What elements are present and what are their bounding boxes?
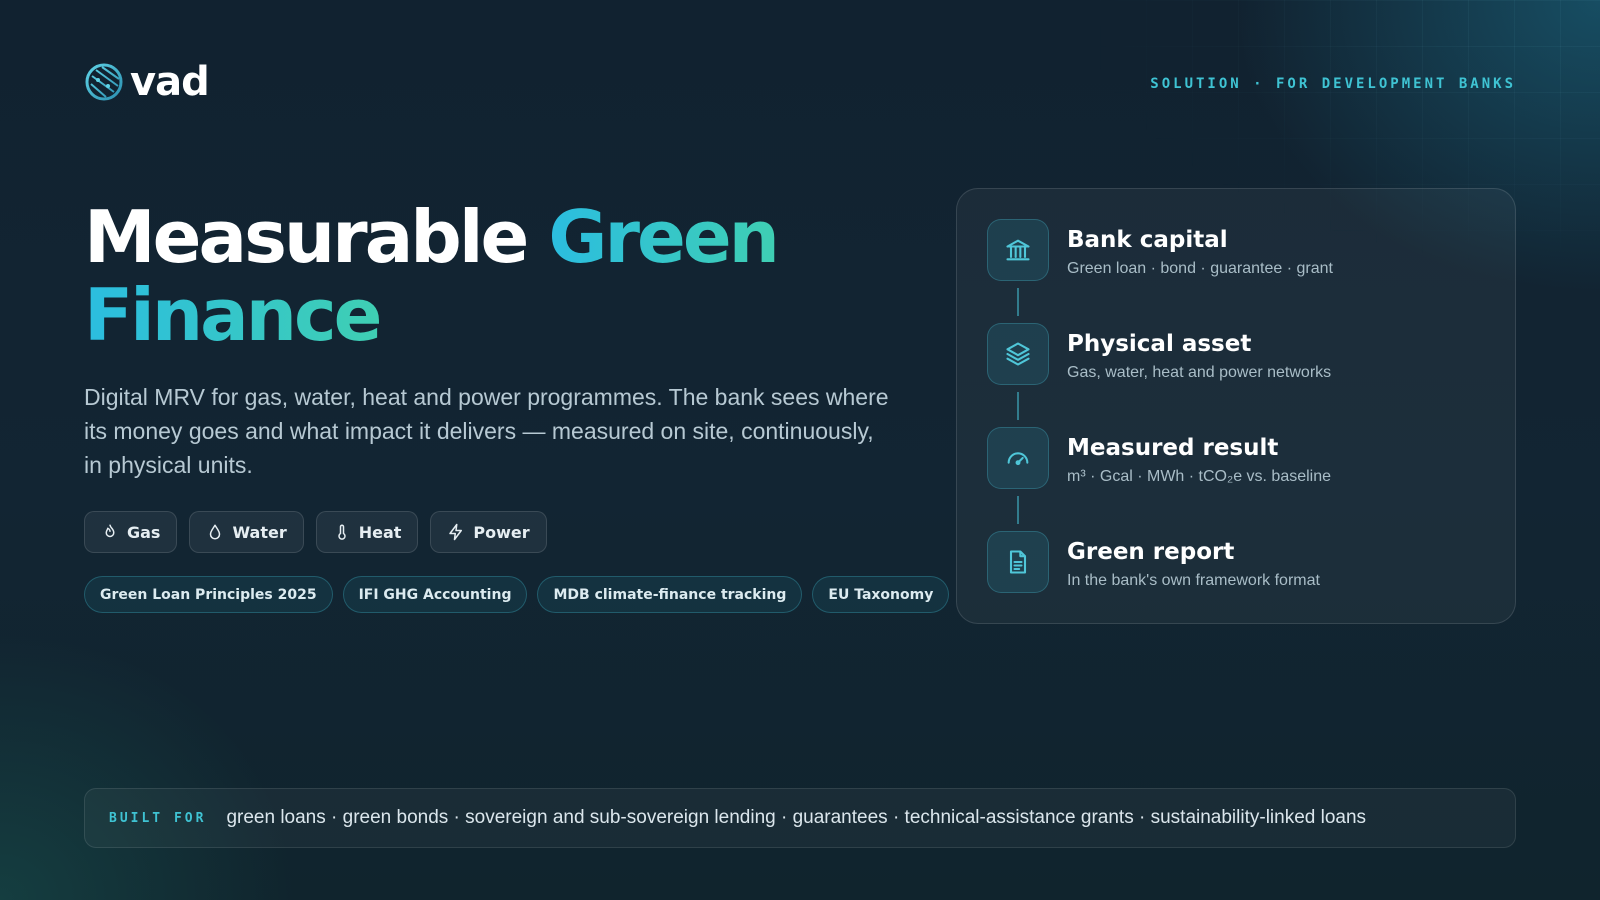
step-title: Green report — [1067, 539, 1235, 565]
step-icon-box — [987, 427, 1049, 489]
gauge-icon — [1007, 452, 1029, 466]
step-subtitle: In the bank's own framework format — [1067, 572, 1320, 589]
step-icon-box — [987, 219, 1049, 281]
flow-connector — [1017, 288, 1019, 316]
flame-icon — [105, 524, 115, 538]
droplet-icon — [210, 524, 221, 540]
tag-green-loan-principles[interactable]: Green Loan Principles 2025 — [84, 576, 333, 613]
eyebrow-label: SOLUTION · FOR DEVELOPMENT BANKS — [1150, 76, 1516, 92]
flow-step-measured-result: Measured result m³ · Gcal · MWh · tCO₂e … — [987, 427, 1331, 489]
document-icon — [1009, 550, 1027, 574]
chip-label: Gas — [127, 522, 161, 542]
step-icon-box — [987, 531, 1049, 593]
flow-step-physical-asset: Physical asset Gas, water, heat and powe… — [987, 323, 1331, 385]
flow-connector — [1017, 392, 1019, 420]
tag-mdb-climate-finance[interactable]: MDB climate-finance tracking — [537, 576, 803, 613]
chip-heat[interactable]: Heat — [315, 511, 419, 553]
utility-chips: Gas Water Heat Power — [84, 511, 547, 553]
title-accent-1: Green — [548, 195, 780, 279]
step-subtitle: Gas, water, heat and power networks — [1067, 364, 1332, 381]
bolt-icon — [449, 523, 463, 541]
flow-connector — [1017, 496, 1019, 524]
step-title: Measured result — [1067, 435, 1279, 461]
built-for-bar: BUILT FOR green loans · green bonds · so… — [84, 788, 1516, 848]
tag-ifi-ghg-accounting[interactable]: IFI GHG Accounting — [342, 576, 528, 613]
step-title: Physical asset — [1067, 331, 1252, 357]
title-accent-2: Finance — [84, 273, 382, 357]
tag-eu-taxonomy[interactable]: EU Taxonomy — [812, 576, 950, 613]
brand-logo[interactable]: vad — [84, 59, 210, 105]
built-for-text: green loans · green bonds · sovereign an… — [226, 807, 1367, 828]
step-title: Bank capital — [1067, 227, 1228, 253]
flow-step-green-report: Green report In the bank's own framework… — [987, 531, 1320, 593]
title-white: Measurable — [84, 195, 529, 279]
chip-gas[interactable]: Gas — [84, 511, 178, 553]
chip-water[interactable]: Water — [189, 511, 304, 553]
chip-label: Power — [473, 522, 530, 542]
framework-tags: Green Loan Principles 2025 IFI GHG Accou… — [84, 576, 950, 613]
step-subtitle: Green loan · bond · guarantee · grant — [1067, 260, 1333, 277]
step-subtitle: m³ · Gcal · MWh · tCO₂e vs. baseline — [1067, 468, 1332, 485]
lead-paragraph: Digital MRV for gas, water, heat and pow… — [84, 384, 889, 478]
step-icon-box — [987, 323, 1049, 385]
globe-mesh-icon — [85, 63, 123, 101]
thermometer-icon — [337, 524, 346, 540]
bank-icon — [1006, 239, 1030, 261]
chip-label: Heat — [358, 522, 402, 542]
flow-step-bank-capital: Bank capital Green loan · bond · guarant… — [987, 219, 1333, 281]
chip-power[interactable]: Power — [430, 511, 547, 553]
built-for-label: BUILT FOR — [109, 810, 207, 826]
brand-name: vad — [130, 59, 210, 105]
chip-label: Water — [232, 522, 287, 542]
page-title: Measurable Green Finance — [84, 195, 780, 357]
layers-icon — [1006, 342, 1030, 366]
flow-card: Bank capital Green loan · bond · guarant… — [956, 188, 1516, 624]
